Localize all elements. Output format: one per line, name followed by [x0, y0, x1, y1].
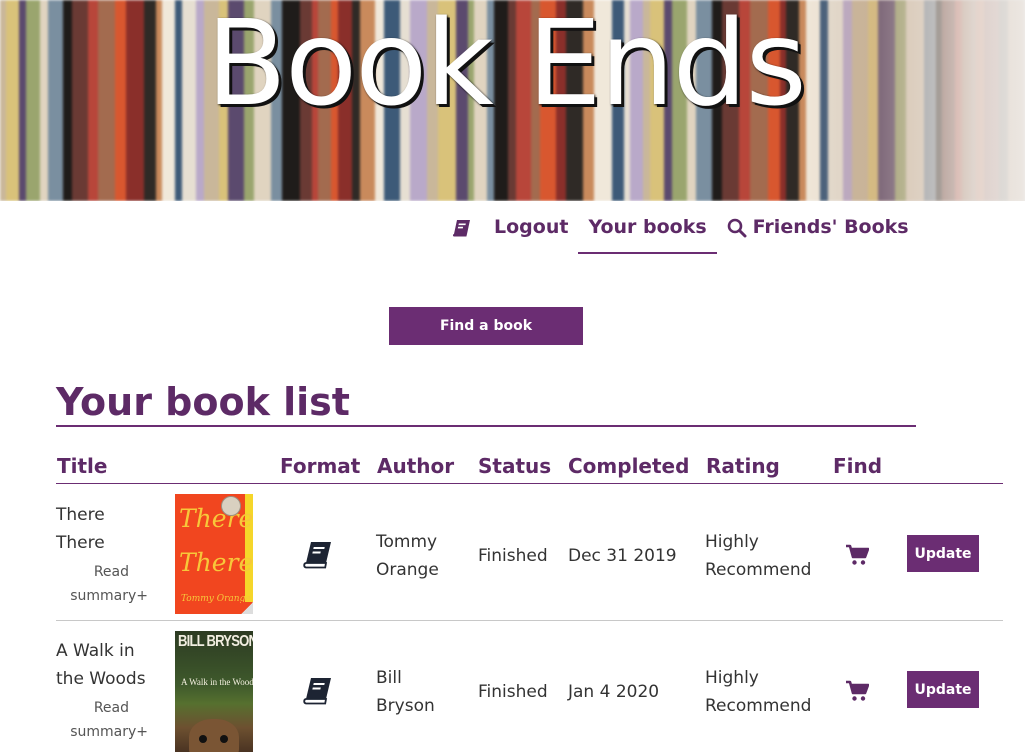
- book-cover-a-walk-in-the-woods[interactable]: BILL BRYSON A Walk in the Woods: [175, 631, 253, 752]
- format-book-icon: [302, 540, 334, 570]
- book-icon: [303, 542, 331, 569]
- table-header-divider: [56, 483, 1003, 484]
- book-title: There There: [56, 505, 105, 553]
- site-title: Book Ends: [206, 0, 807, 132]
- row-divider: [56, 620, 1003, 621]
- cart-icon: [846, 544, 869, 565]
- heading-divider: [56, 425, 916, 427]
- book-status: Finished: [478, 546, 548, 566]
- find-book-cart-button[interactable]: [844, 679, 870, 703]
- book-status: Finished: [478, 682, 548, 702]
- column-header-author: Author: [377, 454, 455, 478]
- find-a-book-button[interactable]: Find a book: [389, 307, 583, 345]
- book-list-heading: Your book list: [56, 380, 350, 424]
- search-icon: [727, 218, 747, 238]
- column-header-status: Status: [478, 454, 552, 478]
- column-header-title: Title: [57, 454, 108, 478]
- find-book-cart-button[interactable]: [844, 543, 870, 567]
- book-rating: Highly Recommend: [705, 532, 812, 580]
- nav-friends-books[interactable]: Friends' Books: [717, 212, 919, 254]
- hero-banner: Book Ends: [0, 0, 1025, 201]
- column-header-format: Format: [280, 454, 361, 478]
- cart-icon: [846, 680, 869, 701]
- read-summary-link[interactable]: Read summary+: [56, 560, 148, 608]
- nav-your-books[interactable]: Your books: [578, 212, 717, 254]
- book-completed-date: Dec 31 2019: [568, 546, 677, 566]
- update-button[interactable]: Update: [907, 535, 979, 572]
- nav-your-books-label: Your books: [588, 216, 707, 238]
- nav-logout[interactable]: Logout: [484, 212, 578, 254]
- book-icon: [452, 220, 470, 237]
- format-book-icon: [302, 676, 334, 706]
- book-rating: Highly Recommend: [705, 668, 812, 716]
- book-completed-date: Jan 4 2020: [568, 682, 660, 702]
- update-button[interactable]: Update: [907, 671, 979, 708]
- nav-logout-label: Logout: [494, 216, 569, 238]
- main-nav: Logout Your books Friends' Books: [448, 212, 919, 254]
- column-header-find: Find: [833, 454, 883, 478]
- column-header-completed: Completed: [568, 454, 690, 478]
- book-author: Tommy Orange: [376, 532, 439, 580]
- column-header-rating: Rating: [706, 454, 780, 478]
- book-title: A Walk in the Woods: [56, 641, 146, 689]
- book-author: Bill Bryson: [376, 668, 435, 716]
- nav-home-book-icon[interactable]: [448, 212, 484, 254]
- read-summary-link[interactable]: Read summary+: [56, 696, 148, 744]
- nav-friends-books-label: Friends' Books: [752, 216, 909, 238]
- book-cover-there-there[interactable]: There There Tommy Orange: [175, 494, 253, 614]
- book-icon: [303, 678, 331, 705]
